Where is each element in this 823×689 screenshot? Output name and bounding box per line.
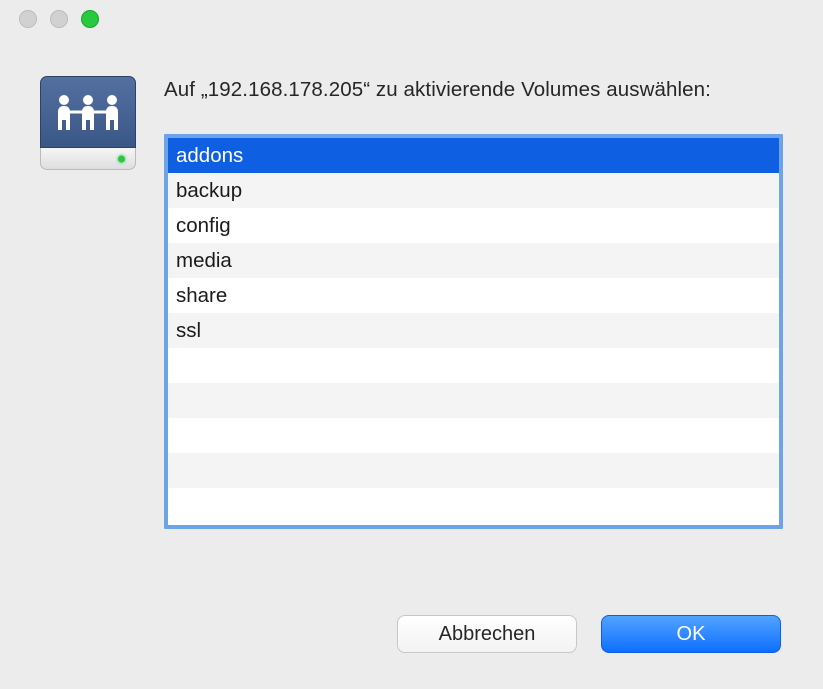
dialog-prompt: Auf „192.168.178.205“ zu aktivierende Vo… <box>164 76 783 104</box>
volume-listbox[interactable]: addonsbackupconfigmediasharessl <box>164 134 783 529</box>
zoom-window-button[interactable] <box>81 10 99 28</box>
list-item <box>168 348 779 383</box>
titlebar <box>0 0 823 38</box>
dialog-footer: Abbrechen OK <box>0 615 823 689</box>
dialog-content: Auf „192.168.178.205“ zu aktivierende Vo… <box>0 38 823 615</box>
list-item <box>168 453 779 488</box>
dialog-window: Auf „192.168.178.205“ zu aktivierende Vo… <box>0 0 823 689</box>
list-item[interactable]: ssl <box>168 313 779 348</box>
main-column: Auf „192.168.178.205“ zu aktivierende Vo… <box>164 76 783 585</box>
ok-button[interactable]: OK <box>601 615 781 653</box>
server-led-icon <box>118 155 125 162</box>
minimize-window-button[interactable] <box>50 10 68 28</box>
cancel-button[interactable]: Abbrechen <box>397 615 577 653</box>
list-item <box>168 418 779 453</box>
list-item <box>168 488 779 523</box>
list-item[interactable]: config <box>168 208 779 243</box>
list-item[interactable]: backup <box>168 173 779 208</box>
list-item[interactable]: share <box>168 278 779 313</box>
icon-column <box>40 76 140 585</box>
list-item[interactable]: media <box>168 243 779 278</box>
list-item[interactable]: addons <box>168 138 779 173</box>
close-window-button[interactable] <box>19 10 37 28</box>
network-server-icon <box>40 76 138 184</box>
list-item <box>168 383 779 418</box>
